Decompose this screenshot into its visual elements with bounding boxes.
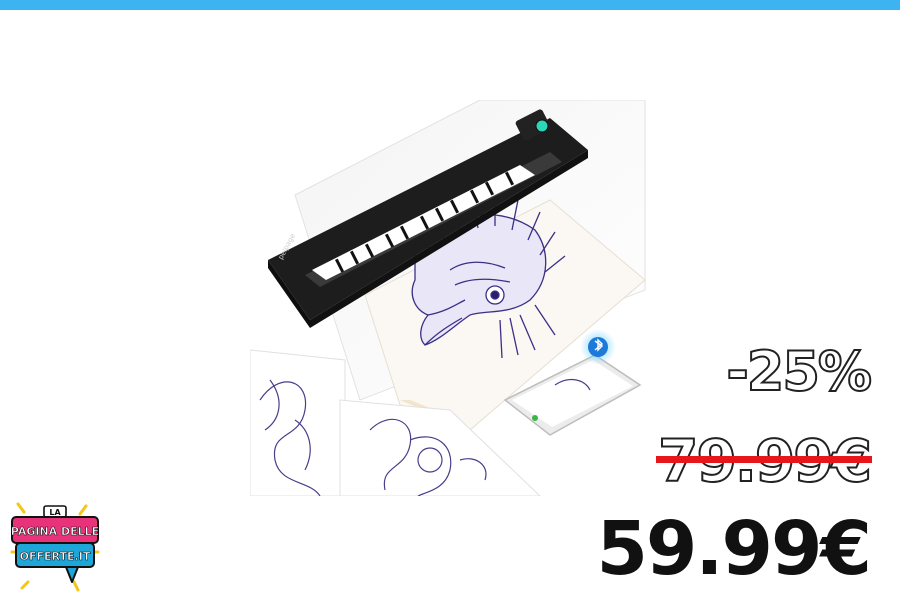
old-price: 79.99€ — [656, 426, 873, 496]
old-price-container: 79.99€ — [656, 426, 873, 496]
logo-line3: OFFERTE.IT — [20, 550, 91, 563]
product-image: pelpage — [250, 100, 650, 496]
top-bar — [0, 0, 900, 10]
strike-through-line — [656, 456, 872, 463]
bluetooth-icon — [580, 329, 616, 365]
site-logo: LA PAGINA DELLE OFFERTE.IT — [10, 502, 100, 592]
new-price: 59.99€ — [596, 506, 872, 592]
discount-label: -25% — [725, 339, 873, 404]
logo-line1: LA — [49, 508, 61, 517]
logo-line2: PAGINA DELLE — [11, 525, 99, 538]
